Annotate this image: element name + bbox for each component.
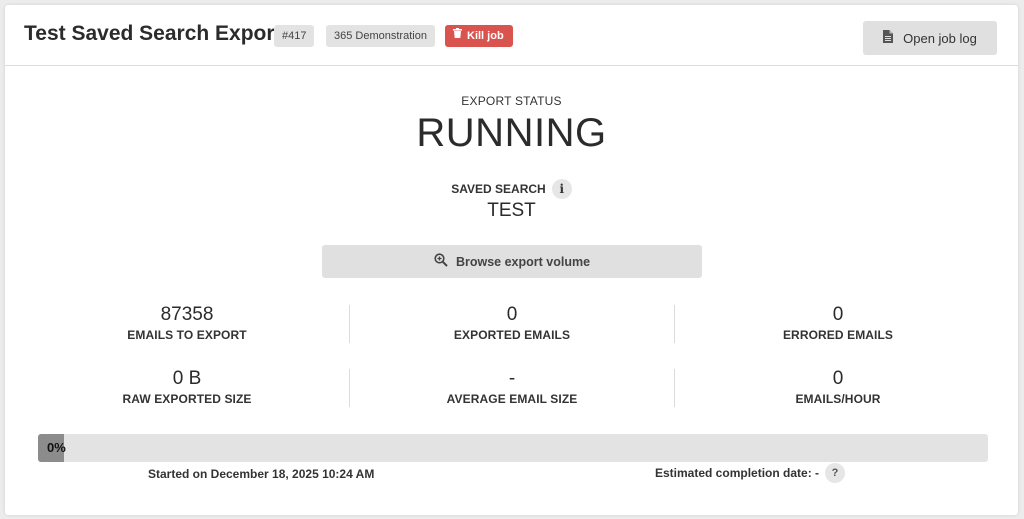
trash-icon [453,24,462,46]
job-id-badge: #417 [274,25,315,47]
export-progress-bar: 0% [38,434,988,462]
stat-label: ERRORED EMAILS [782,328,894,342]
help-icon[interactable]: ? [825,463,846,483]
stat-label: RAW EXPORTED SIZE [122,392,252,406]
stat-exported-emails: 0 EXPORTED EMAILS [347,304,677,342]
export-status-label: EXPORT STATUS [461,94,562,108]
stat-errored-emails: 0 ERRORED EMAILS [673,304,1003,342]
stat-value: 0 [832,304,844,325]
page-title: Test Saved Search Export [24,22,282,45]
document-icon [883,30,894,46]
stat-value: 0 [506,304,518,325]
estimated-completion-text: Estimated completion date: - [655,466,820,480]
stat-label: EMAILS TO EXPORT [127,328,247,342]
started-on-text: Started on December 18, 2025 10:24 AM [148,467,375,481]
kill-job-label: Kill job [467,30,504,42]
stat-raw-exported-size: 0 B RAW EXPORTED SIZE [22,368,352,406]
stat-emails-to-export: 87358 EMAILS TO EXPORT [22,304,352,342]
open-job-log-label: Open job log [903,30,977,46]
saved-search-heading: SAVED SEARCH i [5,179,1018,199]
tenant-badge: 365 Demonstration [326,25,435,47]
stat-value: - [508,368,516,389]
browse-export-volume-label: Browse export volume [455,254,591,269]
stat-emails-per-hour: 0 EMAILS/HOUR [673,368,1003,406]
stat-average-email-size: - AVERAGE EMAIL SIZE [347,368,677,406]
progress-percent: 0% [47,440,66,455]
saved-search-label: SAVED SEARCH [451,182,546,196]
open-job-log-button[interactable]: Open job log [863,21,997,55]
info-icon[interactable]: i [551,179,572,199]
stat-value: 87358 [160,304,214,325]
zoom-in-icon [434,253,448,270]
job-header: Test Saved Search Export #417 365 Demons… [5,5,1018,66]
stat-label: AVERAGE EMAIL SIZE [446,392,578,406]
kill-job-button[interactable]: Kill job [445,25,513,47]
saved-search-value: TEST [487,200,536,221]
export-job-card: Test Saved Search Export #417 365 Demons… [5,5,1018,515]
stat-value: 0 [832,368,844,389]
stat-label: EXPORTED EMAILS [453,328,571,342]
export-status-value: RUNNING [416,111,607,155]
estimated-completion: Estimated completion date: - ? [655,463,846,483]
browse-export-volume-button[interactable]: Browse export volume [322,245,702,278]
stat-label: EMAILS/HOUR [795,392,881,406]
stat-value: 0 B [172,368,202,389]
